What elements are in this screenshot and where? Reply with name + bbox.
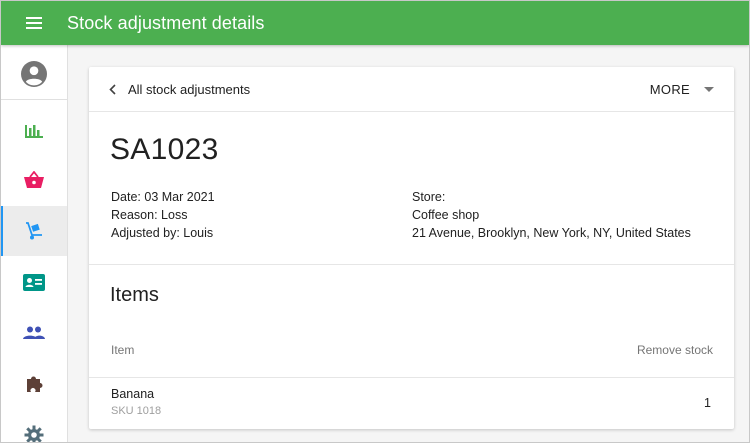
adjustment-card: All stock adjustments MORE SA1023 Date: …: [89, 67, 734, 429]
item-name: Banana: [111, 387, 155, 401]
chevron-left-icon: [109, 83, 116, 95]
section-divider: [89, 264, 734, 265]
menu-button[interactable]: [1, 1, 67, 45]
store-label: Store:: [412, 190, 446, 204]
table-row[interactable]: Banana SKU 1018 1: [89, 377, 734, 429]
puzzle-icon: [27, 376, 43, 392]
date-label: Date:: [111, 190, 141, 204]
hamburger-icon: [26, 17, 42, 29]
adjusted-by-label: Adjusted by:: [111, 226, 180, 240]
store-name: Coffee shop: [412, 208, 480, 222]
adjustment-info: Date: 03 Mar 2021 Reason: Loss Adjusted …: [111, 188, 215, 242]
caret-down-icon: [704, 86, 714, 92]
id-card-icon: [23, 273, 45, 291]
account-circle-icon: [21, 61, 47, 87]
sidebar-item-reports[interactable]: [1, 105, 67, 155]
more-button-label: MORE: [649, 81, 690, 97]
back-link-label: All stock adjustments: [128, 81, 251, 97]
page-title: Stock adjustment details: [67, 12, 265, 33]
sidebar-item-inventory[interactable]: [1, 206, 67, 256]
more-button[interactable]: MORE: [650, 67, 714, 111]
app-window: Stock adjustment details All stock adjus…: [0, 0, 750, 443]
back-link[interactable]: All stock adjustments: [109, 67, 250, 111]
gear-icon: [24, 425, 44, 442]
item-remove-qty: 1: [704, 396, 711, 410]
adjustment-id: SA1023: [110, 133, 219, 166]
column-header-item: Item: [111, 343, 135, 357]
adjusted-by-line: Adjusted by: Louis: [111, 224, 215, 242]
items-title: Items: [110, 284, 159, 306]
store-address: 21 Avenue, Brooklyn, New York, NY, Unite…: [412, 226, 691, 240]
people-icon: [23, 326, 45, 339]
basket-icon: [24, 171, 44, 188]
sidebar: [1, 45, 68, 442]
adjusted-by-value: Louis: [183, 226, 214, 240]
bar-chart-icon: [25, 125, 43, 138]
hand-truck-icon: [26, 222, 42, 240]
store-info: Store: Coffee shop 21 Avenue, Brooklyn, …: [412, 188, 691, 242]
sidebar-item-settings[interactable]: [1, 410, 67, 442]
sidebar-item-account[interactable]: [1, 49, 67, 99]
date-value: 03 Mar 2021: [144, 190, 215, 204]
column-header-remove-stock: Remove stock: [636, 343, 713, 357]
sidebar-divider: [1, 99, 67, 100]
reason-value: Loss: [161, 208, 188, 222]
item-sku: SKU 1018: [111, 405, 162, 417]
reason-label: Reason:: [111, 208, 158, 222]
reason-line: Reason: Loss: [111, 206, 215, 224]
sidebar-item-integrations[interactable]: [1, 359, 67, 409]
date-line: Date: 03 Mar 2021: [111, 188, 215, 206]
app-bar: Stock adjustment details: [1, 1, 749, 45]
sidebar-item-customers[interactable]: [1, 308, 67, 358]
card-header: All stock adjustments MORE: [89, 67, 734, 112]
sidebar-item-employees[interactable]: [1, 257, 67, 307]
sidebar-item-sales[interactable]: [1, 155, 67, 205]
